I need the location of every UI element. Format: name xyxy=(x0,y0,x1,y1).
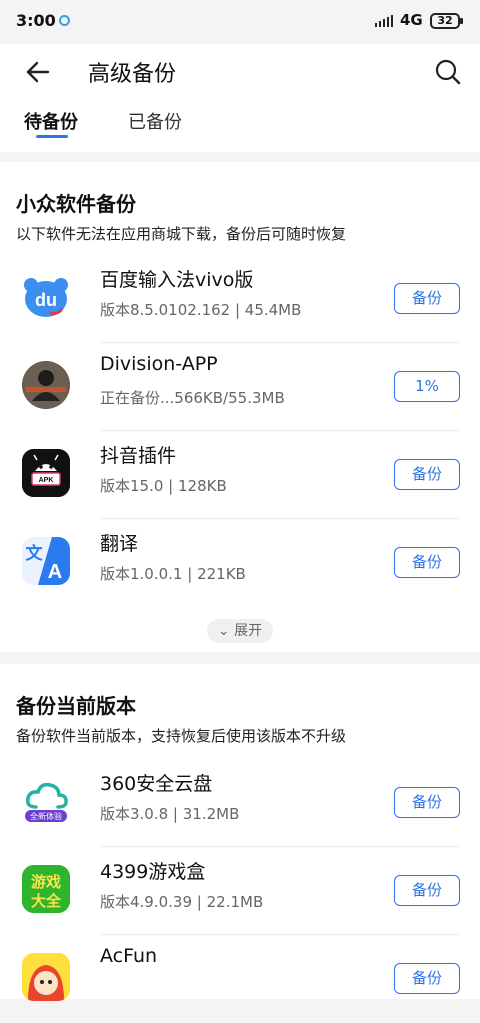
backup-button[interactable]: 备份 xyxy=(394,283,460,314)
status-time: 3:00 xyxy=(16,11,56,30)
list-item[interactable]: 文 A 翻译 版本1.0.0.1 | 221KB 备份 xyxy=(0,519,480,607)
division-app-icon xyxy=(22,361,70,409)
notification-icon xyxy=(59,15,70,26)
backup-button[interactable]: 备份 xyxy=(394,787,460,818)
signal-icon xyxy=(375,15,393,27)
section-subtitle: 备份软件当前版本，支持恢复后使用该版本不升级 xyxy=(16,727,347,745)
list-item[interactable]: 全新体验 360安全云盘 版本3.0.8 | 31.2MB 备份 xyxy=(0,759,480,847)
list-item[interactable]: AcFun 备份 xyxy=(0,935,480,1023)
section-title: 备份当前版本 xyxy=(16,694,136,718)
backup-button[interactable]: 备份 xyxy=(394,459,460,490)
backup-progress-text: 正在备份...566KB/55.3MB xyxy=(100,389,285,407)
app-name: 百度输入法vivo版 xyxy=(100,269,254,291)
tab-backed-up[interactable]: 已备份 xyxy=(128,108,182,134)
app-header: 高级备份 待备份 已备份 xyxy=(0,44,480,152)
section-niche-apps: 小众软件备份 以下软件无法在应用商城下载，备份后可随时恢复 du 百度输入法vi… xyxy=(0,162,480,652)
app-name: Division-APP xyxy=(100,353,218,375)
active-tab-indicator xyxy=(36,135,68,138)
list-item[interactable]: du 百度输入法vivo版 版本8.5.0102.162 | 45.4MB 备份 xyxy=(0,255,480,343)
svg-text:APK: APK xyxy=(39,477,54,484)
section-current-version: 备份当前版本 备份软件当前版本，支持恢复后使用该版本不升级 全新体验 360安全… xyxy=(0,664,480,1001)
section-title: 小众软件备份 xyxy=(16,192,136,216)
app-name: 360安全云盘 xyxy=(100,773,213,795)
app-meta: 版本1.0.0.1 | 221KB xyxy=(100,565,246,583)
backup-progress-button[interactable]: 1% xyxy=(394,371,460,402)
list-item[interactable]: 游戏 大全 4399游戏盒 版本4.9.0.39 | 22.1MB 备份 xyxy=(0,847,480,935)
app-name: 抖音插件 xyxy=(100,445,177,467)
backup-button[interactable]: 备份 xyxy=(394,875,460,906)
list-item[interactable]: APK 抖音插件 版本15.0 | 128KB 备份 xyxy=(0,431,480,519)
battery-icon: 32 xyxy=(430,13,463,29)
app-name: 翻译 xyxy=(100,533,139,555)
app-meta: 版本15.0 | 128KB xyxy=(100,477,227,495)
app-meta: 版本3.0.8 | 31.2MB xyxy=(100,805,240,823)
backup-button[interactable]: 备份 xyxy=(394,547,460,578)
baidu-input-icon: du xyxy=(22,273,70,321)
svg-text:du: du xyxy=(35,290,57,310)
game-box-icon: 游戏 大全 xyxy=(22,865,70,913)
svg-text:游戏: 游戏 xyxy=(31,873,61,891)
app-name: 4399游戏盒 xyxy=(100,861,206,883)
chevron-down-icon: ⌄ xyxy=(217,623,230,639)
list-item[interactable]: Division-APP 正在备份...566KB/55.3MB 1% xyxy=(0,343,480,431)
tab-pending-backup[interactable]: 待备份 xyxy=(24,108,78,134)
backup-button[interactable]: 备份 xyxy=(394,963,460,994)
expand-button[interactable]: ⌄ 展开 xyxy=(207,619,273,643)
page-title: 高级备份 xyxy=(88,62,177,87)
expand-label: 展开 xyxy=(234,623,263,639)
section-subtitle: 以下软件无法在应用商城下载，备份后可随时恢复 xyxy=(16,225,347,243)
app-meta: 版本8.5.0102.162 | 45.4MB xyxy=(100,301,302,319)
search-icon[interactable] xyxy=(434,58,462,86)
network-type: 4G xyxy=(400,11,423,29)
svg-text:大全: 大全 xyxy=(31,892,62,910)
status-bar: 3:00 4G 32 xyxy=(0,0,480,44)
translate-icon: 文 A xyxy=(22,537,70,585)
svg-text:全新体验: 全新体验 xyxy=(30,811,62,821)
acfun-icon xyxy=(22,953,70,1001)
apk-plugin-icon: APK xyxy=(22,449,70,497)
app-name: AcFun xyxy=(100,945,158,967)
app-meta: 版本4.9.0.39 | 22.1MB xyxy=(100,893,264,911)
cloud-disk-icon: 全新体验 xyxy=(22,777,70,825)
svg-text:文: 文 xyxy=(26,543,44,564)
svg-text:A: A xyxy=(48,561,62,583)
back-arrow-icon[interactable] xyxy=(24,58,52,86)
